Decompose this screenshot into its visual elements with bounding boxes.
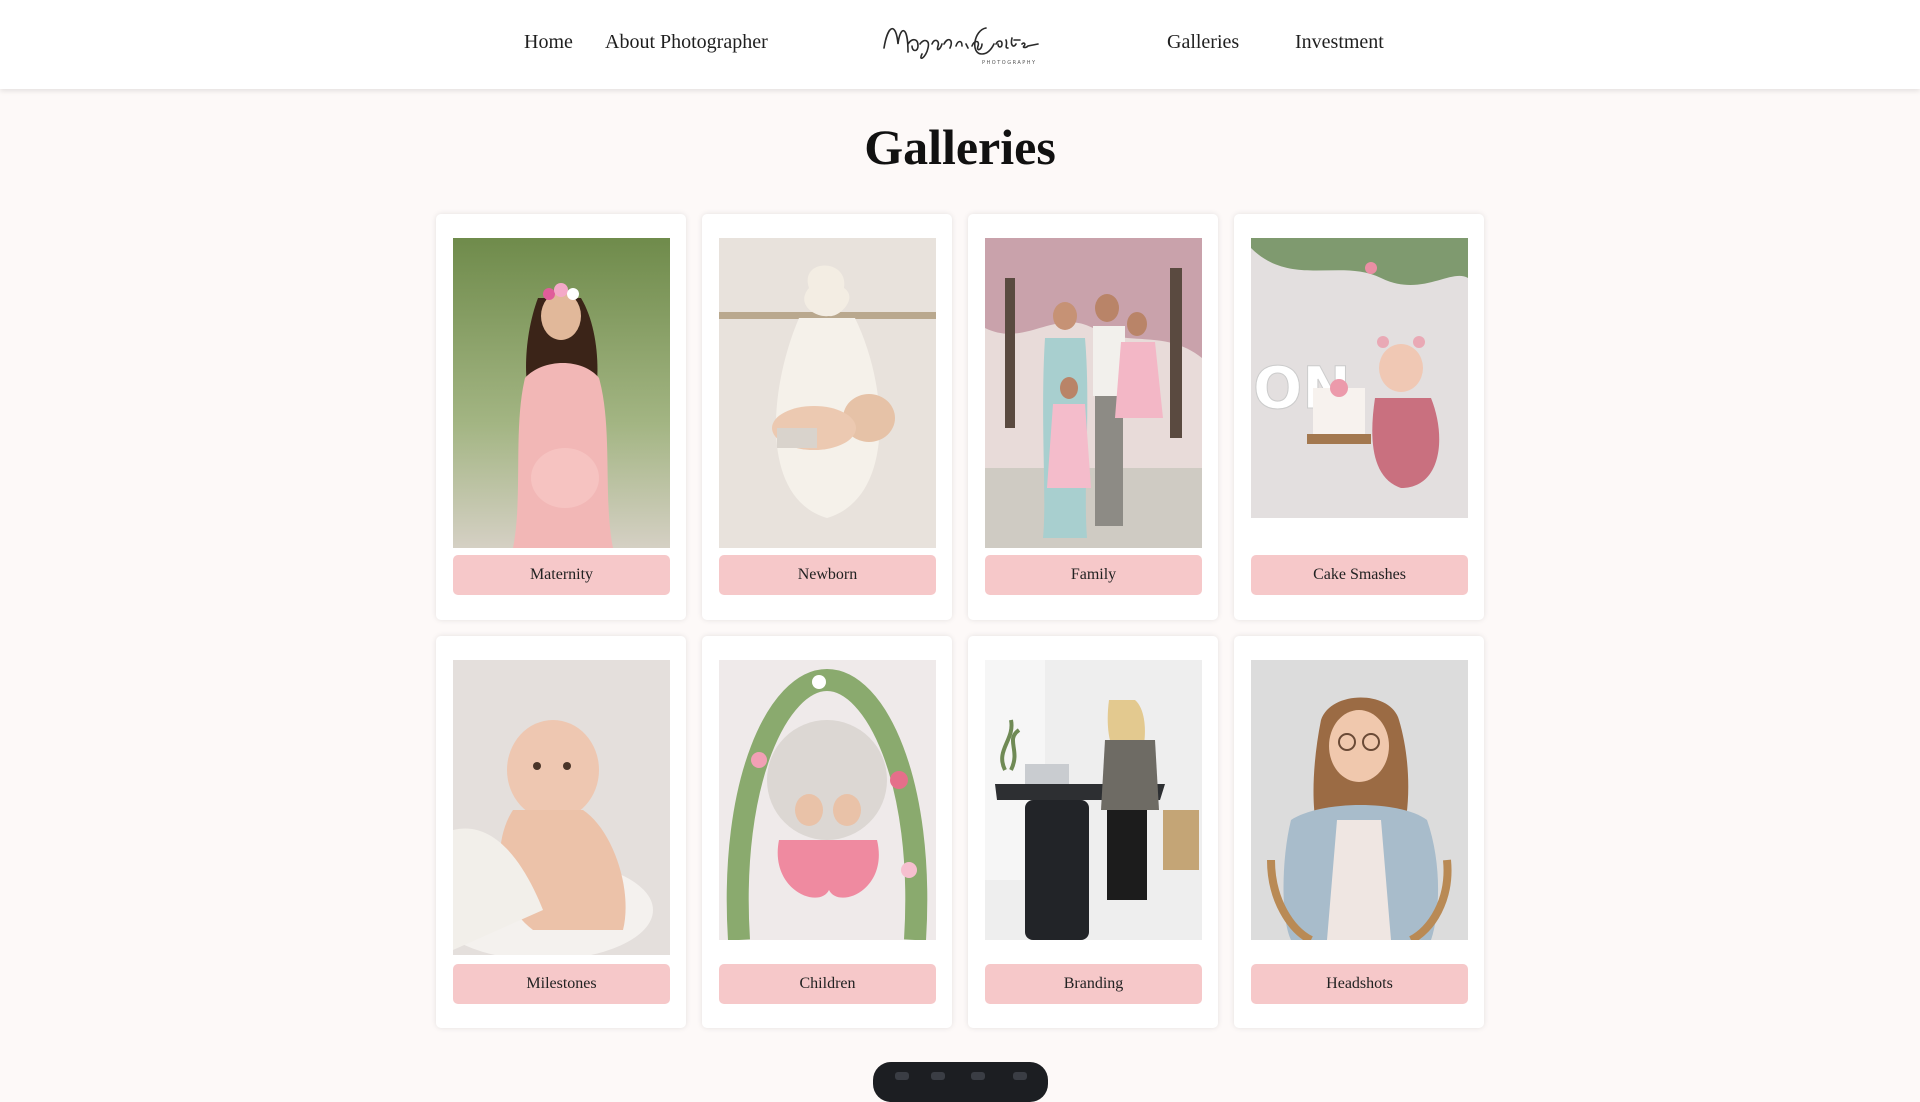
children-button[interactable]: Children bbox=[719, 964, 936, 1004]
headshots-button[interactable]: Headshots bbox=[1251, 964, 1468, 1004]
milestones-button[interactable]: Milestones bbox=[453, 964, 670, 1004]
maternity-photo[interactable] bbox=[453, 238, 670, 548]
children-photo[interactable] bbox=[719, 660, 936, 940]
nav-investment-link[interactable]: Investment bbox=[1295, 31, 1384, 54]
gallery-card-headshots[interactable]: Headshots bbox=[1234, 636, 1484, 1028]
milestones-photo[interactable] bbox=[453, 660, 670, 955]
toolbar-item-icon[interactable] bbox=[971, 1072, 985, 1080]
maternity-button[interactable]: Maternity bbox=[453, 555, 670, 595]
nav-home-link[interactable]: Home bbox=[524, 31, 573, 54]
branding-button[interactable]: Branding bbox=[985, 964, 1202, 1004]
gallery-card-branding[interactable]: Branding bbox=[968, 636, 1218, 1028]
gallery-card-milestones[interactable]: Milestones bbox=[436, 636, 686, 1028]
cake-smash-photo[interactable]: ON bbox=[1251, 238, 1468, 518]
gallery-card-maternity[interactable]: Maternity bbox=[436, 214, 686, 620]
family-button[interactable]: Family bbox=[985, 555, 1202, 595]
floating-toolbar[interactable] bbox=[873, 1062, 1048, 1102]
nav-about-link[interactable]: About Photographer bbox=[605, 31, 768, 54]
headshots-photo[interactable] bbox=[1251, 660, 1468, 940]
page-title: Galleries bbox=[864, 119, 1056, 175]
cake-smashes-button[interactable]: Cake Smashes bbox=[1251, 555, 1468, 595]
gallery-card-family[interactable]: Family bbox=[968, 214, 1218, 620]
site-logo[interactable]: PHOTOGRAPHY bbox=[878, 14, 1044, 72]
gallery-card-children[interactable]: Children bbox=[702, 636, 952, 1028]
toolbar-item-icon[interactable] bbox=[931, 1072, 945, 1080]
gallery-card-newborn[interactable]: Newborn bbox=[702, 214, 952, 620]
toolbar-item-icon[interactable] bbox=[1013, 1072, 1027, 1080]
newborn-button[interactable]: Newborn bbox=[719, 555, 936, 595]
logo-subtext: PHOTOGRAPHY bbox=[982, 60, 1037, 66]
toolbar-item-icon[interactable] bbox=[895, 1072, 909, 1080]
logo-signature-icon: PHOTOGRAPHY bbox=[883, 27, 1039, 66]
newborn-photo[interactable] bbox=[719, 238, 936, 548]
top-navigation: Home About Photographer PHOTOGRAPHY Gall… bbox=[0, 0, 1920, 89]
gallery-card-cake-smashes[interactable]: ON Cake Smashes bbox=[1234, 214, 1484, 620]
nav-galleries-link[interactable]: Galleries bbox=[1167, 31, 1239, 54]
branding-photo[interactable] bbox=[985, 660, 1202, 940]
family-photo[interactable] bbox=[985, 238, 1202, 548]
